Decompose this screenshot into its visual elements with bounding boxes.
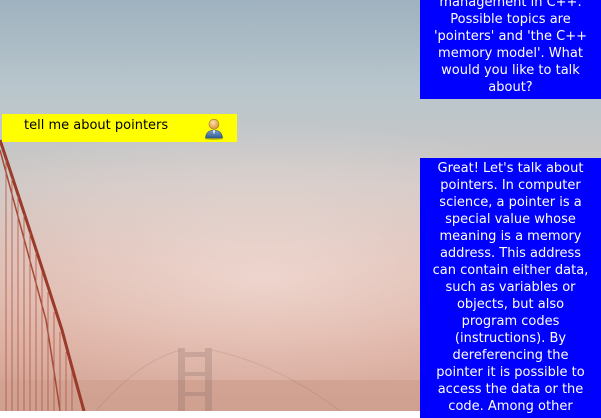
user-avatar-icon (205, 118, 223, 140)
bot-message-bubble: management in C++. Possible topics are '… (420, 0, 601, 99)
bot-message-text: Great! Let's talk about pointers. In com… (432, 161, 589, 414)
bot-message-text: management in C++. Possible topics are '… (433, 0, 588, 95)
user-message-bubble: tell me about pointers (2, 114, 237, 142)
user-message-text: tell me about pointers (24, 118, 169, 133)
bot-message-bubble: Great! Let's talk about pointers. In com… (420, 158, 601, 418)
